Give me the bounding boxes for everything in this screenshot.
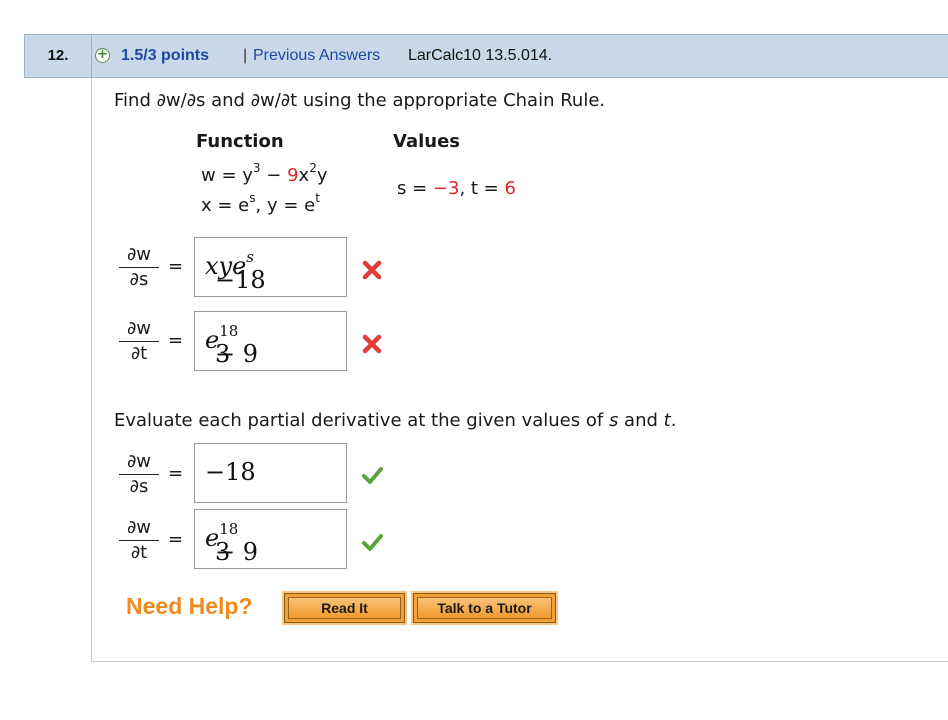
x-eq: x = e	[201, 195, 250, 216]
fraction-denominator: ∂s	[129, 476, 149, 497]
fraction-denominator: ∂s	[129, 269, 149, 290]
function-xy: x = es, y = et	[201, 192, 320, 216]
t-value: 6	[504, 178, 516, 199]
fraction-denominator: ∂t	[130, 343, 148, 364]
evaluate-prompt-end: .	[670, 410, 677, 431]
talk-to-tutor-label: Talk to a Tutor	[417, 597, 552, 619]
s-value: −3	[432, 178, 460, 199]
values-header: Values	[393, 131, 460, 152]
dw-ds-eval-fraction: ∂w ∂s	[119, 451, 159, 498]
answer-coefficient: −18	[215, 266, 266, 294]
x-mark-icon	[362, 260, 382, 280]
w-eq-y: y	[316, 165, 328, 186]
w-eq-coefficient: 9	[287, 165, 299, 186]
answer-exponent: 18	[219, 520, 239, 538]
equals-sign: =	[168, 463, 184, 484]
evaluate-prompt-s: s	[608, 410, 619, 431]
dw-ds-eval-answer-value: −18	[205, 458, 256, 486]
dw-dt-eval-fraction: ∂w ∂t	[119, 517, 159, 564]
fraction-bar	[119, 267, 159, 268]
evaluate-prompt: Evaluate each partial derivative at the …	[114, 410, 676, 431]
answer-tail: − 9	[215, 538, 259, 566]
previous-answers-link[interactable]: Previous Answers	[253, 35, 380, 77]
dw-ds-fraction: ∂w ∂s	[119, 244, 159, 291]
dw-ds-answer-value: −18 xyes	[205, 250, 266, 295]
equals-sign: =	[168, 330, 184, 351]
talk-to-tutor-button[interactable]: Talk to a Tutor	[411, 591, 558, 625]
dw-dt-eval-answer-value: 3 e18 − 9	[205, 522, 258, 567]
y-eq: , y = e	[255, 195, 316, 216]
dw-ds-answer-field[interactable]: −18 xyes	[194, 237, 347, 297]
dw-dt-answer-field[interactable]: 3 e18 − 9	[194, 311, 347, 371]
fraction-numerator: ∂w	[126, 318, 152, 339]
question-frame-bottom-border	[91, 661, 948, 662]
w-eq-prefix: w = y	[201, 165, 253, 186]
answer-tail: − 9	[215, 340, 259, 368]
t-label: , t =	[459, 178, 505, 199]
question-source: LarCalc10 13.5.014.	[408, 47, 553, 64]
check-mark-icon	[362, 467, 383, 484]
equals-sign: =	[168, 529, 184, 550]
w-eq-x: x	[298, 165, 310, 186]
check-mark-icon	[362, 534, 383, 551]
fraction-bar	[119, 474, 159, 475]
equals-sign: =	[168, 256, 184, 277]
answer-exponent: 18	[219, 322, 239, 340]
question-prompt: Find ∂w/∂s and ∂w/∂t using the appropria…	[114, 90, 606, 111]
question-header: 12. + 1.5/3 points | Previous Answers La…	[24, 34, 948, 78]
evaluate-prompt-and: and	[618, 410, 664, 431]
s-label: s =	[397, 178, 433, 199]
given-values: s = −3, t = 6	[397, 178, 516, 199]
evaluate-prompt-text: Evaluate each partial derivative at the …	[114, 410, 609, 431]
fraction-bar	[119, 540, 159, 541]
function-w: w = y3 − 9x2y	[201, 162, 328, 186]
w-eq-exponent-2: 2	[309, 161, 317, 175]
dw-dt-fraction: ∂w ∂t	[119, 318, 159, 365]
fraction-numerator: ∂w	[126, 517, 152, 538]
function-header: Function	[196, 131, 284, 152]
header-separator: |	[243, 47, 248, 64]
dw-dt-answer-value: 3 e18 − 9	[205, 324, 258, 369]
read-it-button[interactable]: Read It	[282, 591, 407, 625]
question-frame-left-border	[91, 78, 92, 662]
fraction-denominator: ∂t	[130, 542, 148, 563]
points-score: 1.5/3 points	[121, 47, 210, 64]
answer-exponent: s	[246, 248, 254, 266]
x-mark-icon	[362, 334, 382, 354]
read-it-label: Read It	[288, 597, 401, 619]
w-eq-minus: −	[260, 165, 288, 186]
fraction-numerator: ∂w	[126, 451, 152, 472]
w-eq-exponent-1: 3	[252, 161, 261, 175]
evaluate-prompt-t: t	[663, 410, 671, 431]
plus-icon[interactable]: +	[95, 48, 110, 63]
dw-dt-eval-answer-field[interactable]: 3 e18 − 9	[194, 509, 347, 569]
dw-ds-eval-answer-field[interactable]: −18	[194, 443, 347, 503]
fraction-bar	[119, 341, 159, 342]
question-number: 12.	[25, 35, 92, 77]
y-eq-exponent: t	[315, 191, 320, 205]
need-help-label: Need Help?	[126, 593, 253, 619]
fraction-numerator: ∂w	[126, 244, 152, 265]
